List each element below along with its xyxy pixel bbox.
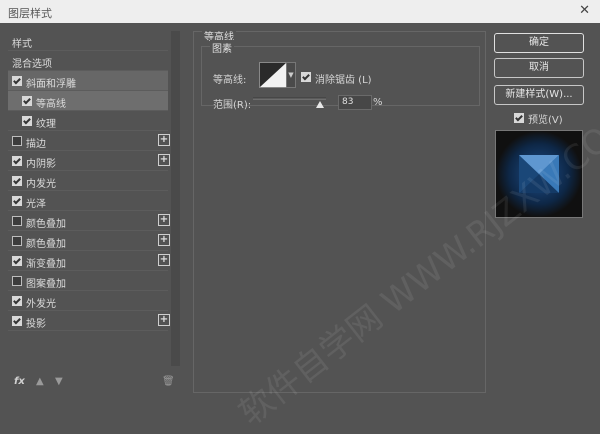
- add-effect-icon[interactable]: +: [158, 254, 170, 266]
- list-item-checkbox[interactable]: [12, 216, 22, 226]
- list-item[interactable]: 内发光: [8, 171, 168, 191]
- list-item-checkbox[interactable]: [12, 276, 22, 286]
- antialias-label: 消除锯齿 (L): [315, 75, 372, 86]
- list-item-checkbox[interactable]: [22, 116, 32, 126]
- preview-thumbnail: [495, 130, 583, 218]
- list-item-label: 描边: [26, 139, 46, 150]
- list-item-checkbox[interactable]: [12, 156, 22, 166]
- settings-panel: 等高线 图素 等高线: ▼ 消除锯齿 (L) 范围(R): 83 %: [193, 28, 486, 393]
- list-item[interactable]: 斜面和浮雕: [8, 71, 168, 91]
- list-item-label: 投影: [26, 319, 46, 330]
- subgroup-title: 图素: [210, 40, 234, 55]
- list-item[interactable]: 等高线: [8, 91, 168, 111]
- add-effect-icon[interactable]: +: [158, 134, 170, 146]
- list-item-label: 内阴影: [26, 159, 56, 170]
- list-item-checkbox[interactable]: [12, 196, 22, 206]
- list-item-label: 内发光: [26, 179, 56, 190]
- list-item-label: 样式: [12, 39, 32, 50]
- add-effect-icon[interactable]: +: [158, 214, 170, 226]
- add-effect-icon[interactable]: +: [158, 154, 170, 166]
- move-down-icon[interactable]: ▼: [55, 376, 63, 387]
- list-item[interactable]: 光泽: [8, 191, 168, 211]
- ok-button[interactable]: 确定: [494, 33, 584, 53]
- list-item-checkbox[interactable]: [12, 76, 22, 86]
- contour-curve-icon: [260, 63, 286, 87]
- range-label: 范围(R):: [213, 100, 252, 111]
- list-item-checkbox[interactable]: [12, 256, 22, 266]
- list-item[interactable]: 样式: [8, 31, 168, 51]
- move-up-icon[interactable]: ▲: [36, 376, 44, 387]
- title-bar: 图层样式 ✕: [0, 0, 600, 23]
- list-item-label: 混合选项: [12, 59, 52, 70]
- list-item-label: 渐变叠加: [26, 259, 66, 270]
- fx-icon[interactable]: fx: [14, 376, 25, 387]
- list-item-label: 纹理: [36, 119, 56, 130]
- list-item-label: 斜面和浮雕: [26, 79, 76, 90]
- list-item-label: 等高线: [36, 99, 66, 110]
- list-item[interactable]: 纹理: [8, 111, 168, 131]
- contour-thumbnail[interactable]: [259, 62, 287, 88]
- elements-group: 图素 等高线: ▼ 消除锯齿 (L) 范围(R): 83 %: [201, 40, 480, 111]
- range-slider-track[interactable]: [253, 97, 326, 100]
- new-style-button[interactable]: 新建样式(W)...: [494, 85, 584, 105]
- list-item-checkbox[interactable]: [12, 176, 22, 186]
- list-item[interactable]: 颜色叠加 +: [8, 231, 170, 251]
- left-panel: 样式 混合选项 斜面和浮雕 等高线 纹理 描边 + 内阴影 + 内发光 光泽 颜色叠加 + 颜色叠加 + 渐变…: [8, 31, 182, 371]
- list-item[interactable]: 渐变叠加 +: [8, 251, 170, 271]
- cancel-button[interactable]: 取消: [494, 58, 584, 78]
- preview-checkbox[interactable]: [514, 113, 524, 123]
- list-bottom-toolbar: fx ▲ ▼ 🗑: [8, 376, 178, 390]
- add-effect-icon[interactable]: +: [158, 234, 170, 246]
- list-item[interactable]: 描边 +: [8, 131, 170, 151]
- list-scrollbar[interactable]: [171, 31, 180, 366]
- list-item[interactable]: 颜色叠加 +: [8, 211, 170, 231]
- preview-image: [496, 131, 582, 217]
- list-item-label: 颜色叠加: [26, 219, 66, 230]
- list-item-label: 光泽: [26, 199, 46, 210]
- list-item-label: 外发光: [26, 299, 56, 310]
- range-slider-thumb[interactable]: [316, 101, 324, 108]
- contour-dropdown[interactable]: ▼: [286, 62, 296, 88]
- antialias-checkbox[interactable]: [301, 72, 311, 82]
- range-input[interactable]: 83: [338, 95, 372, 110]
- list-item[interactable]: 外发光: [8, 291, 168, 311]
- close-icon[interactable]: ✕: [579, 3, 590, 18]
- list-item[interactable]: 混合选项: [8, 51, 168, 71]
- list-item[interactable]: 内阴影 +: [8, 151, 170, 171]
- list-item[interactable]: 图案叠加: [8, 271, 168, 291]
- contour-label: 等高线:: [213, 75, 247, 86]
- list-item[interactable]: 投影 +: [8, 311, 170, 331]
- list-item-checkbox[interactable]: [22, 96, 32, 106]
- list-item-checkbox[interactable]: [12, 316, 22, 326]
- list-item-checkbox[interactable]: [12, 136, 22, 146]
- styles-list: 样式 混合选项 斜面和浮雕 等高线 纹理 描边 + 内阴影 + 内发光 光泽 颜色叠加 + 颜色叠加 + 渐变…: [8, 31, 170, 366]
- range-unit: %: [373, 97, 383, 108]
- window-title: 图层样式: [8, 7, 52, 20]
- list-item-checkbox[interactable]: [12, 296, 22, 306]
- trash-icon[interactable]: 🗑: [162, 376, 175, 387]
- add-effect-icon[interactable]: +: [158, 314, 170, 326]
- preview-label: 预览(V): [528, 115, 563, 126]
- list-item-label: 颜色叠加: [26, 239, 66, 250]
- list-item-checkbox[interactable]: [12, 236, 22, 246]
- list-item-label: 图案叠加: [26, 279, 66, 290]
